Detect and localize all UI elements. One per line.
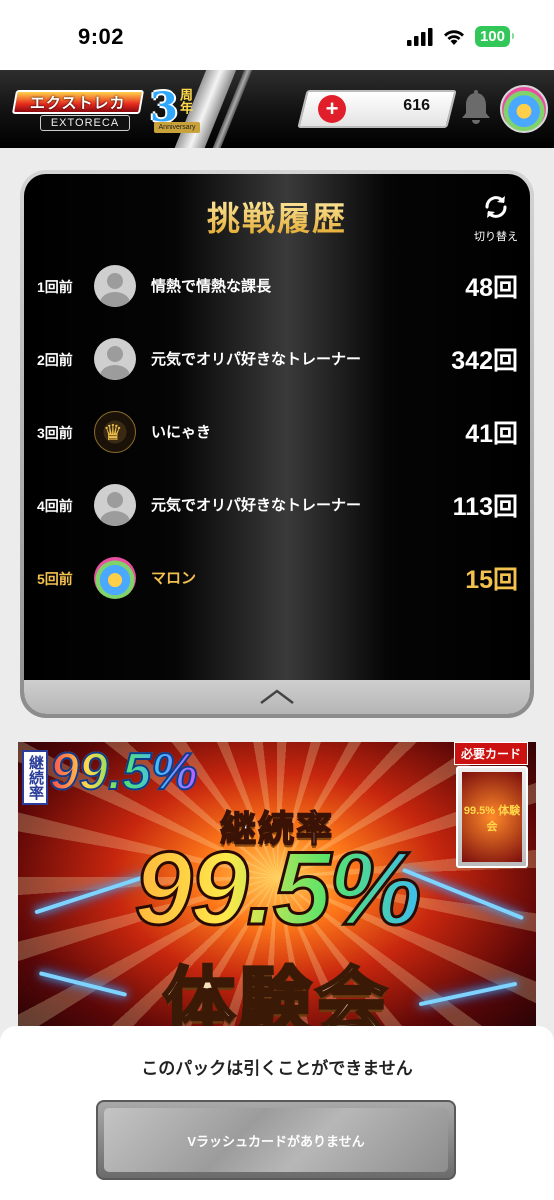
logo-main-text: エクストレカ bbox=[30, 94, 126, 112]
coin-balance: 616 bbox=[403, 97, 430, 114]
logo-main-plate: エクストレカ bbox=[11, 90, 145, 114]
history-row-label: 3回前 bbox=[37, 425, 73, 441]
history-row-name: 元気でオリパ好きなトレーナー bbox=[151, 351, 362, 368]
app-header: エクストレカ EXTORECA 3 周年 Anniversary + 616 bbox=[0, 70, 554, 148]
battery-icon: 100 bbox=[474, 26, 515, 47]
promo-banner[interactable]: 継続率 99.5% 必要カード 99.5% 体験会 継続率 99.5% 体験会 bbox=[18, 742, 536, 1042]
history-row-name: マロン bbox=[151, 570, 197, 587]
history-panel: 挑戦履歴 切り替え 1回前 情熱で情熱な課長 48回 2回前 元気でオリパ好きな… bbox=[20, 170, 534, 718]
history-title: 挑戦履歴 bbox=[24, 192, 530, 240]
history-row-count: 342回 bbox=[451, 347, 518, 375]
history-row-name: 情熱で情熱な課長 bbox=[151, 278, 272, 295]
user-avatar-crown: ♛ bbox=[94, 411, 136, 453]
status-time: 9:02 bbox=[78, 24, 125, 49]
history-row[interactable]: 1回前 情熱で情熱な課長 48回 bbox=[24, 256, 530, 316]
history-row-count: 15回 bbox=[465, 566, 518, 594]
pull-button-disabled[interactable]: Vラッシュカードがありません bbox=[96, 1100, 456, 1180]
history-row-count: 48回 bbox=[465, 274, 518, 302]
history-row-label: 2回前 bbox=[37, 352, 73, 368]
anniversary-kanji: 周年 bbox=[178, 88, 193, 114]
pull-button-face: Vラッシュカードがありません bbox=[104, 1108, 448, 1172]
history-row-name: 元気でオリパ好きなトレーナー bbox=[151, 497, 362, 514]
bottom-sheet: このパックは引くことができません Vラッシュカードがありません bbox=[0, 1026, 554, 1200]
banner-side-label: 継続率 bbox=[22, 750, 48, 805]
status-icons: 100 bbox=[406, 26, 515, 47]
history-row[interactable]: 2回前 元気でオリパ好きなトレーナー 342回 bbox=[24, 329, 530, 389]
banner-small-rate: 99.5% bbox=[49, 742, 198, 802]
history-row-label: 1回前 bbox=[37, 279, 73, 295]
refresh-icon bbox=[485, 196, 507, 218]
user-avatar-default bbox=[94, 338, 136, 380]
status-bar: 9:02 100 bbox=[0, 0, 554, 70]
switch-button[interactable]: 切り替え bbox=[474, 192, 518, 243]
logo-sub-text: EXTORECA bbox=[40, 115, 130, 131]
history-row[interactable]: 4回前 元気でオリパ好きなトレーナー 113回 bbox=[24, 475, 530, 535]
history-row[interactable]: 3回前 ♛ いにゃき 41回 bbox=[24, 402, 530, 462]
sheet-message: このパックは引くことができません bbox=[141, 1059, 413, 1078]
history-panel-body: 挑戦履歴 切り替え 1回前 情熱で情熱な課長 48回 2回前 元気でオリパ好きな… bbox=[24, 174, 530, 714]
history-row-label: 4回前 bbox=[37, 498, 73, 514]
pull-button-label: Vラッシュカードがありません bbox=[187, 1133, 365, 1149]
user-avatar-default bbox=[94, 484, 136, 526]
chevron-up-icon bbox=[260, 689, 294, 704]
anniversary-emblem: 3 周年 Anniversary bbox=[140, 84, 200, 136]
banner-main-rate: 99.5% bbox=[18, 830, 536, 949]
history-row-current[interactable]: 5回前 マロン 15回 bbox=[24, 548, 530, 608]
user-avatar-default bbox=[94, 265, 136, 307]
history-row-name: いにゃき bbox=[151, 424, 212, 441]
switch-label: 切り替え bbox=[474, 231, 518, 243]
history-row-count: 41回 bbox=[465, 420, 518, 448]
history-row-label: 5回前 bbox=[37, 571, 73, 587]
history-row-count: 113回 bbox=[452, 493, 518, 521]
expand-toggle[interactable] bbox=[24, 680, 530, 714]
required-card-label: 必要カード bbox=[454, 742, 529, 765]
bell-icon[interactable] bbox=[459, 90, 493, 126]
cellular-signal-icon bbox=[406, 27, 433, 46]
plus-icon[interactable]: + bbox=[318, 95, 346, 123]
user-avatar-mascot bbox=[94, 557, 136, 599]
user-avatar[interactable] bbox=[500, 85, 548, 133]
wifi-icon bbox=[443, 29, 464, 45]
crown-icon: ♛ bbox=[103, 420, 123, 445]
app-logo[interactable]: エクストレカ EXTORECA 3 周年 Anniversary bbox=[11, 84, 214, 138]
anniversary-ribbon: Anniversary bbox=[154, 122, 200, 133]
